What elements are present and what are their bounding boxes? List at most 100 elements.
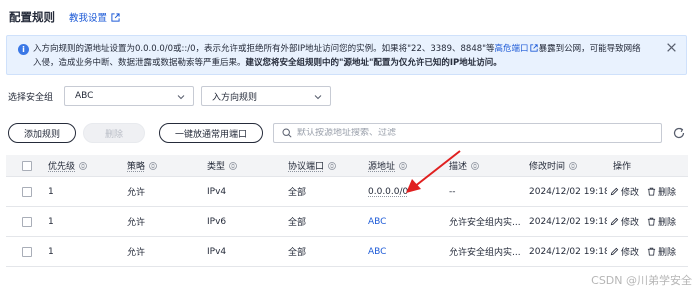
page-title: 配置规则 bbox=[9, 10, 55, 24]
sort-icon bbox=[471, 161, 479, 170]
row-actions: 修改 删除 bbox=[610, 237, 684, 266]
sort-icon bbox=[399, 161, 407, 170]
tutorial-link[interactable]: 教我设置 bbox=[69, 10, 120, 24]
col-priority-label: 优先级 bbox=[48, 162, 76, 172]
col-source-label: 源地址 bbox=[368, 162, 396, 172]
modify-label: 修改 bbox=[621, 248, 640, 258]
delete-button[interactable]: 删除 bbox=[83, 123, 145, 143]
row-type: IPv4 bbox=[207, 186, 227, 197]
toolbar: 添加规则 删除 一键放通常用端口 bbox=[8, 123, 690, 143]
high-risk-ports-link[interactable]: 高危端口 bbox=[495, 44, 529, 54]
row-description: -- bbox=[449, 186, 456, 197]
delete-label: 删除 bbox=[658, 248, 677, 258]
col-description[interactable]: 描述 bbox=[449, 155, 479, 176]
sort-icon bbox=[569, 161, 577, 170]
row-strategy: 允许 bbox=[127, 248, 146, 258]
row-modified-time: 2024/12/02 19:18... bbox=[529, 216, 607, 227]
notice-line1-a: 入方向规则的源地址设置为0.0.0.0/0或::/0，表示允许或拒绝所有外部IP… bbox=[33, 44, 495, 54]
trash-icon bbox=[647, 187, 656, 196]
security-group-value: ABC bbox=[75, 91, 94, 101]
edit-icon bbox=[610, 217, 619, 226]
direction-select[interactable]: 入方向规则 bbox=[201, 86, 331, 106]
modify-label: 修改 bbox=[621, 218, 640, 228]
trash-icon bbox=[647, 217, 656, 226]
row-actions: 修改 删除 bbox=[610, 177, 684, 206]
row-modified-time: 2024/12/02 19:18... bbox=[529, 186, 607, 197]
open-common-ports-button[interactable]: 一键放通常用端口 bbox=[159, 123, 263, 143]
search-box[interactable] bbox=[273, 123, 662, 143]
modify-label: 修改 bbox=[621, 188, 640, 198]
row-source-link[interactable]: ABC bbox=[368, 237, 386, 266]
notice-line1-b: 暴露到公网，可能导致网络 bbox=[538, 44, 641, 54]
row-checkbox-cell bbox=[22, 207, 32, 236]
modify-button[interactable]: 修改 bbox=[610, 245, 639, 258]
row-source-link[interactable]: ABC bbox=[368, 207, 386, 236]
notice-text: 入方向规则的源地址设置为0.0.0.0/0或::/0，表示允许或拒绝所有外部IP… bbox=[33, 42, 663, 70]
row-protocol-port: 全部 bbox=[288, 218, 307, 228]
chevron-down-icon bbox=[177, 95, 185, 100]
close-icon[interactable] bbox=[666, 42, 677, 53]
col-modified-time[interactable]: 修改时间 bbox=[529, 155, 577, 176]
col-strategy-label: 策略 bbox=[127, 162, 146, 172]
sort-icon bbox=[79, 161, 87, 170]
col-priority[interactable]: 优先级 bbox=[48, 155, 87, 176]
edit-icon bbox=[610, 247, 619, 256]
table-row: 1 允许 IPv4 全部 ABC 允许安全组内实... 2024/12/02 1… bbox=[6, 237, 688, 267]
row-description: 允许安全组内实... bbox=[449, 218, 521, 228]
search-icon bbox=[282, 128, 292, 138]
row-checkbox-cell bbox=[22, 177, 32, 206]
security-group-label: 选择安全组 bbox=[8, 92, 54, 103]
col-protocol-port-label: 协议端口 bbox=[288, 162, 325, 172]
security-group-select[interactable]: ABC bbox=[64, 86, 194, 106]
warning-notice: i 入方向规则的源地址设置为0.0.0.0/0或::/0，表示允许或拒绝所有外部… bbox=[6, 35, 687, 75]
title-row: 配置规则 教我设置 bbox=[9, 8, 120, 26]
row-type: IPv4 bbox=[207, 246, 227, 257]
row-priority: 1 bbox=[48, 246, 54, 257]
delete-row-button[interactable]: 删除 bbox=[647, 185, 676, 198]
edit-icon bbox=[610, 187, 619, 196]
delete-row-button[interactable]: 删除 bbox=[647, 215, 676, 228]
col-source[interactable]: 源地址 bbox=[368, 155, 407, 176]
row-checkbox[interactable] bbox=[22, 246, 32, 257]
refresh-icon[interactable] bbox=[672, 126, 686, 140]
delete-row-button[interactable]: 删除 bbox=[647, 245, 676, 258]
trash-icon bbox=[647, 247, 656, 256]
col-modified-time-label: 修改时间 bbox=[529, 162, 566, 172]
watermark: CSDN @川弟学安全 bbox=[591, 274, 692, 287]
modify-button[interactable]: 修改 bbox=[610, 185, 639, 198]
add-rule-button[interactable]: 添加规则 bbox=[8, 123, 76, 143]
sort-icon bbox=[328, 161, 336, 170]
row-modified-time: 2024/12/02 19:18... bbox=[529, 246, 607, 257]
row-priority: 1 bbox=[48, 216, 54, 227]
table-row: 1 允许 IPv4 全部 0.0.0.0/0 -- 2024/12/02 19:… bbox=[6, 177, 688, 207]
delete-label: 删除 bbox=[658, 188, 677, 198]
row-checkbox[interactable] bbox=[22, 186, 32, 197]
col-strategy[interactable]: 策略 bbox=[127, 155, 157, 176]
row-priority: 1 bbox=[48, 186, 54, 197]
info-icon: i bbox=[18, 44, 29, 55]
table-row: 1 允许 IPv6 全部 ABC 允许安全组内实... 2024/12/02 1… bbox=[6, 207, 688, 237]
select-all-checkbox[interactable] bbox=[22, 160, 32, 171]
row-source: 0.0.0.0/0 bbox=[368, 186, 409, 197]
row-protocol-port: 全部 bbox=[288, 188, 307, 198]
rules-table: 优先级 策略 类型 协议端口 源地址 描述 修改时间 操作 1 允许 IPv4 … bbox=[6, 155, 688, 267]
row-checkbox[interactable] bbox=[22, 216, 32, 227]
modify-button[interactable]: 修改 bbox=[610, 215, 639, 228]
notice-line2-a: 入侵，造成业务中断、数据泄露或数据勒索等严重后果。 bbox=[33, 58, 246, 68]
table-header: 优先级 策略 类型 协议端口 源地址 描述 修改时间 操作 bbox=[6, 155, 688, 177]
col-actions: 操作 bbox=[613, 155, 631, 176]
sort-icon bbox=[149, 161, 157, 170]
col-protocol-port[interactable]: 协议端口 bbox=[288, 155, 336, 176]
chevron-down-icon bbox=[314, 95, 322, 100]
row-actions: 修改 删除 bbox=[610, 207, 684, 236]
col-actions-label: 操作 bbox=[613, 162, 632, 172]
direction-value: 入方向规则 bbox=[212, 92, 258, 103]
col-type[interactable]: 类型 bbox=[207, 155, 237, 176]
row-strategy: 允许 bbox=[127, 188, 146, 198]
search-input[interactable] bbox=[297, 128, 637, 138]
row-checkbox-cell bbox=[22, 237, 32, 266]
external-link-icon bbox=[111, 12, 120, 22]
row-type: IPv6 bbox=[207, 216, 227, 227]
row-description: 允许安全组内实... bbox=[449, 248, 521, 258]
col-description-label: 描述 bbox=[449, 162, 468, 172]
